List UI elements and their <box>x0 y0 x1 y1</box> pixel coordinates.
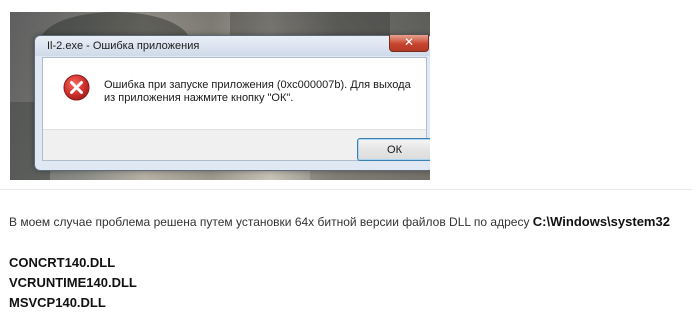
image-panel: Il-2.exe - Ошибка приложения ✕ Ошибка пр… <box>0 0 692 190</box>
dll-item-concrt: CONCRT140.DLL <box>9 255 116 270</box>
close-icon: ✕ <box>403 35 415 49</box>
error-icon <box>63 74 90 101</box>
dialog-title: Il-2.exe - Ошибка приложения <box>47 40 200 52</box>
system-path: C:\Windows\system32 <box>532 214 670 229</box>
dialog-content: Ошибка при запуске приложения (0xc000007… <box>42 57 430 161</box>
close-button[interactable]: ✕ <box>389 35 429 52</box>
error-dialog: Il-2.exe - Ошибка приложения ✕ Ошибка пр… <box>34 35 430 171</box>
dialog-titlebar[interactable]: Il-2.exe - Ошибка приложения ✕ <box>35 35 430 56</box>
dll-item-msvcp: MSVCP140.DLL <box>9 295 106 310</box>
dll-item-vcruntime: VCRUNTIME140.DLL <box>9 275 137 290</box>
solution-note: В моем случае проблема решена путем уста… <box>9 214 670 229</box>
error-message: Ошибка при запуске приложения (0xc000007… <box>104 79 411 104</box>
divider <box>0 189 692 190</box>
screenshot-image: Il-2.exe - Ошибка приложения ✕ Ошибка пр… <box>10 12 430 180</box>
ok-button[interactable]: ОК <box>357 138 430 161</box>
note-text: В моем случае проблема решена путем уста… <box>9 215 533 229</box>
